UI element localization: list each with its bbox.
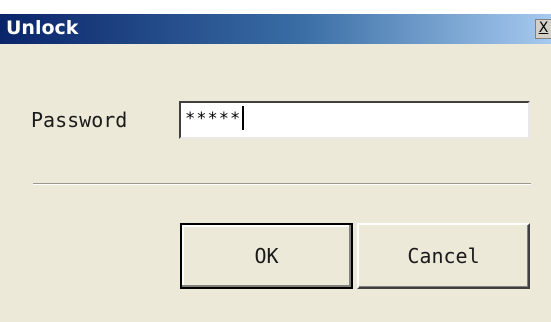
ok-button-label: OK	[254, 244, 279, 268]
password-field[interactable]: *****	[179, 101, 530, 139]
password-value: *****	[185, 106, 245, 130]
unlock-dialog: Unlock X Password ***** OK Cancel	[0, 0, 551, 322]
title-bar[interactable]: Unlock X	[0, 14, 551, 44]
close-icon: X	[538, 20, 549, 36]
cancel-button[interactable]: Cancel	[357, 223, 530, 289]
close-button[interactable]: X	[535, 19, 551, 39]
window-title: Unlock	[6, 17, 79, 39]
ok-button[interactable]: OK	[180, 223, 353, 289]
separator	[33, 183, 531, 185]
password-label: Password	[31, 108, 128, 132]
password-masked-text: *****	[185, 109, 242, 129]
dialog-top-edge	[0, 0, 551, 14]
text-caret	[242, 106, 245, 130]
cancel-button-label: Cancel	[407, 244, 480, 268]
